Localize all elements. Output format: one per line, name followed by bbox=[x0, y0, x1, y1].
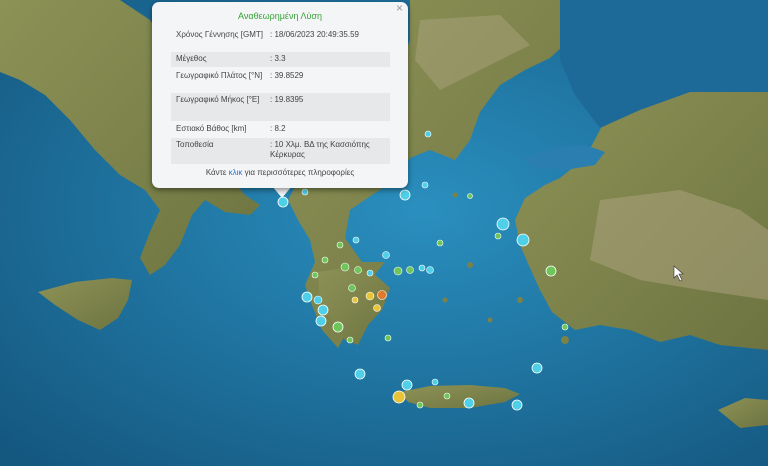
quake-marker[interactable] bbox=[463, 397, 475, 409]
quake-marker[interactable] bbox=[354, 368, 366, 380]
quake-marker[interactable] bbox=[516, 233, 530, 247]
quake-marker[interactable] bbox=[277, 196, 289, 208]
quake-marker[interactable] bbox=[315, 315, 327, 327]
island bbox=[442, 297, 448, 303]
quake-marker[interactable] bbox=[313, 295, 323, 305]
quake-marker[interactable] bbox=[424, 130, 432, 138]
quake-marker[interactable] bbox=[301, 291, 313, 303]
quake-marker[interactable] bbox=[393, 266, 403, 276]
info-row-origin-time: Χρόνος Γέννησης [GMT] : 18/06/2023 20:49… bbox=[171, 28, 390, 50]
quake-marker[interactable] bbox=[399, 189, 411, 201]
quake-marker[interactable] bbox=[336, 241, 344, 249]
quake-marker[interactable] bbox=[340, 262, 350, 272]
depth-value: : 8.2 bbox=[270, 124, 286, 133]
info-row-magnitude: Μέγεθος : 3.3 bbox=[171, 52, 390, 67]
quake-marker[interactable] bbox=[346, 336, 354, 344]
info-row-longitude: Γεωγραφικό Μήκος [°E] : 19.8395 bbox=[171, 93, 390, 121]
island bbox=[487, 317, 493, 323]
depth-label: Εστιακό Βάθος [km] bbox=[176, 124, 247, 133]
quake-marker[interactable] bbox=[494, 232, 502, 240]
quake-marker[interactable] bbox=[384, 334, 392, 342]
quake-marker[interactable] bbox=[351, 296, 359, 304]
quake-marker[interactable] bbox=[301, 188, 309, 196]
quake-marker[interactable] bbox=[418, 264, 426, 272]
latitude-label: Γεωγραφικό Πλάτος [°N] bbox=[176, 71, 263, 80]
quake-marker[interactable] bbox=[561, 323, 569, 331]
quake-marker[interactable] bbox=[311, 271, 319, 279]
island bbox=[517, 297, 523, 303]
quake-marker[interactable] bbox=[496, 217, 510, 231]
quake-marker[interactable] bbox=[392, 390, 406, 404]
quake-marker[interactable] bbox=[321, 256, 329, 264]
quake-marker[interactable] bbox=[421, 181, 429, 189]
magnitude-value: : 3.3 bbox=[270, 54, 286, 63]
island bbox=[467, 262, 473, 268]
quake-marker[interactable] bbox=[332, 321, 344, 333]
latitude-value: : 39.8529 bbox=[270, 71, 304, 80]
quake-marker[interactable] bbox=[366, 269, 374, 277]
quake-marker[interactable] bbox=[431, 378, 439, 386]
quake-marker[interactable] bbox=[426, 266, 434, 274]
info-row-depth: Εστιακό Βάθος [km] : 8.2 bbox=[171, 122, 390, 137]
quake-marker[interactable] bbox=[443, 392, 451, 400]
location-value: : 10 Χλμ. ΒΔ της Κασσιόπης Κέρκυρας bbox=[270, 140, 370, 159]
quake-marker[interactable] bbox=[436, 239, 444, 247]
quake-marker[interactable] bbox=[365, 291, 375, 301]
popup-title: Αναθεωρημένη Λύση bbox=[238, 11, 322, 21]
quake-marker[interactable] bbox=[545, 265, 557, 277]
island bbox=[452, 192, 458, 198]
quake-marker[interactable] bbox=[317, 304, 329, 316]
info-row-latitude: Γεωγραφικό Πλάτος [°N] : 39.8529 bbox=[171, 69, 390, 91]
island bbox=[561, 336, 569, 344]
footer-prefix: Κάντε bbox=[205, 168, 227, 177]
location-label: Τοποθεσία bbox=[176, 140, 214, 149]
quake-marker[interactable] bbox=[467, 193, 473, 199]
quake-marker[interactable] bbox=[377, 290, 387, 300]
origin-time-label: Χρόνος Γέννησης [GMT] bbox=[176, 30, 263, 39]
magnitude-label: Μέγεθος bbox=[176, 54, 207, 63]
quake-marker[interactable] bbox=[354, 266, 362, 274]
info-row-location: Τοποθεσία : 10 Χλμ. ΒΔ της Κασσιόπης Κέρ… bbox=[171, 138, 390, 164]
quake-marker[interactable] bbox=[416, 401, 424, 409]
quake-marker[interactable] bbox=[401, 379, 413, 391]
quake-marker[interactable] bbox=[531, 362, 543, 374]
popup-footer: Κάντε κλικ για περισσότερες πληροφορίες bbox=[152, 168, 408, 177]
quake-marker[interactable] bbox=[373, 304, 381, 312]
earthquake-info-popup: × Αναθεωρημένη Λύση Χρόνος Γέννησης [GMT… bbox=[152, 2, 408, 188]
longitude-value: : 19.8395 bbox=[270, 95, 304, 104]
quake-marker[interactable] bbox=[511, 399, 523, 411]
longitude-label: Γεωγραφικό Μήκος [°E] bbox=[176, 95, 260, 104]
quake-marker[interactable] bbox=[352, 236, 360, 244]
more-info-link[interactable]: κλικ bbox=[229, 168, 243, 177]
origin-time-value: : 18/06/2023 20:49:35.59 bbox=[270, 30, 359, 39]
footer-suffix: για περισσότερες πληροφορίες bbox=[244, 168, 355, 177]
quake-marker[interactable] bbox=[348, 284, 356, 292]
quake-marker[interactable] bbox=[406, 266, 414, 274]
quake-marker[interactable] bbox=[382, 251, 390, 259]
